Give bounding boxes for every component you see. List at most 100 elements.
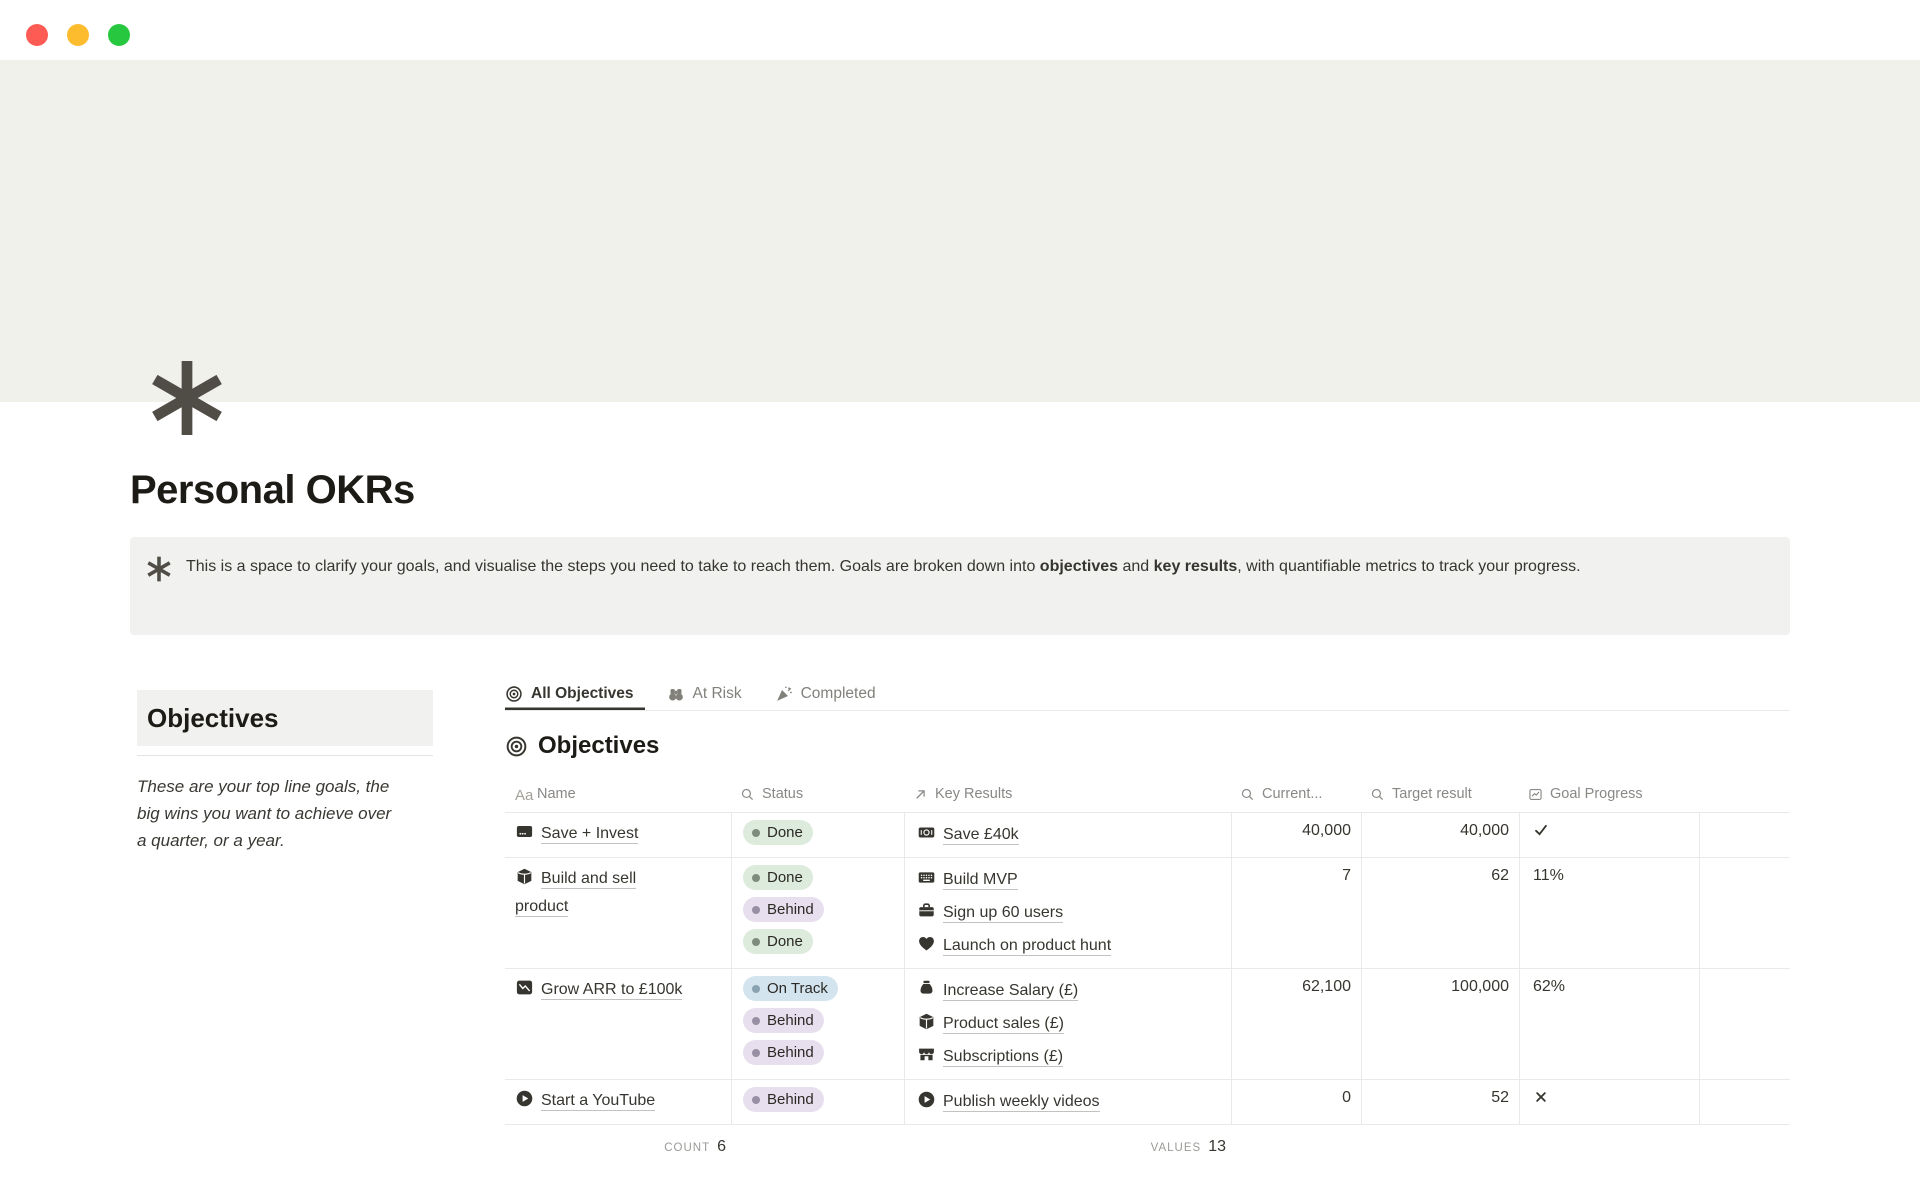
status-cell[interactable]: Done (732, 813, 905, 857)
tab-at-risk[interactable]: At Risk (667, 677, 753, 710)
divider (137, 755, 433, 756)
column-header-label: Target result (1392, 786, 1472, 802)
table-row: Build and sell productDoneBehindDoneBuil… (505, 858, 1790, 969)
status-pill: Done (743, 929, 813, 954)
key-result-page-link[interactable]: Subscriptions (£) (917, 1048, 1063, 1065)
goal-progress-value: 62% (1533, 978, 1565, 995)
key-result-line: Sign up 60 users (917, 898, 1223, 928)
chart-icon (1528, 787, 1543, 802)
status-pill: Behind (743, 1087, 824, 1112)
objective-page-link[interactable]: Save + Invest (515, 820, 638, 848)
key-result-page-link[interactable]: Save £40k (917, 826, 1019, 843)
status-dot (752, 874, 760, 882)
tab-all-objectives[interactable]: All Objectives (505, 677, 645, 710)
zoom-window-button[interactable] (108, 24, 130, 46)
column-header-name[interactable]: AaName (505, 776, 732, 812)
page-cover[interactable] (0, 60, 1920, 402)
empty-cell (1700, 1080, 1790, 1124)
asterisk-icon (146, 556, 172, 582)
goal-progress-value: 11% (1533, 867, 1564, 884)
count-calculation[interactable]: COUNT 6 (505, 1138, 732, 1156)
empty-cell (1700, 969, 1790, 1079)
goal-progress-cell[interactable]: 11% (1520, 858, 1700, 968)
status-label: Done (767, 824, 803, 841)
banknote-icon (917, 823, 936, 842)
target-result-cell[interactable]: 52 (1362, 1080, 1520, 1124)
current-result-cell[interactable]: 40,000 (1232, 813, 1362, 857)
key-result-line: Subscriptions (£) (917, 1042, 1223, 1072)
column-header-label: Current... (1262, 786, 1322, 802)
column-header-status[interactable]: Status (732, 776, 905, 812)
status-dot (752, 985, 760, 993)
key-result-name: Launch on product hunt (943, 937, 1111, 956)
key-result-page-link[interactable]: Sign up 60 users (917, 904, 1063, 921)
tab-completed[interactable]: Completed (775, 677, 887, 710)
status-pill: Behind (743, 1008, 824, 1033)
name-cell[interactable]: Build and sell product (505, 858, 732, 968)
close-window-button[interactable] (26, 24, 48, 46)
name-cell[interactable]: Grow ARR to £100k (505, 969, 732, 1079)
package-icon (917, 1012, 936, 1031)
page-asterisk-icon[interactable] (148, 358, 226, 438)
column-header-row: AaNameStatusKey Results Current... Target … (505, 776, 1790, 812)
party-popper-icon (775, 685, 793, 703)
goal-progress-cell[interactable] (1520, 1080, 1700, 1124)
tab-label: At Risk (693, 685, 742, 703)
status-cell[interactable]: Behind (732, 1080, 905, 1124)
minimize-window-button[interactable] (67, 24, 89, 46)
count-value: 6 (717, 1138, 726, 1156)
callout-block: This is a space to clarify your goals, a… (130, 537, 1790, 635)
key-result-page-link[interactable]: Publish weekly videos (917, 1093, 1100, 1110)
objective-page-link[interactable]: Start a YouTube (515, 1087, 655, 1115)
page-title[interactable]: Personal OKRs (130, 468, 415, 513)
key-result-page-link[interactable]: Product sales (£) (917, 1015, 1064, 1032)
name-cell[interactable]: Start a YouTube (505, 1080, 732, 1124)
column-header-goal-progress[interactable]: Goal Progress (1520, 776, 1700, 812)
status-label: Behind (767, 1044, 814, 1061)
status-pill: Done (743, 865, 813, 890)
key-results-cell[interactable]: Publish weekly videos (905, 1080, 1232, 1124)
objective-name: Grow ARR to £100k (541, 981, 682, 1000)
target-result-cell[interactable]: 40,000 (1362, 813, 1520, 857)
status-dot (752, 938, 760, 946)
x-icon (1533, 1089, 1549, 1105)
status-label: Behind (767, 1091, 814, 1108)
target-result-cell[interactable]: 100,000 (1362, 969, 1520, 1079)
target-icon (505, 735, 528, 758)
status-cell[interactable]: DoneBehindDone (732, 858, 905, 968)
column-header-current-[interactable]: Current... (1232, 776, 1362, 812)
key-result-page-link[interactable]: Build MVP (917, 871, 1018, 888)
current-result-cell[interactable]: 0 (1232, 1080, 1362, 1124)
column-header-target-result[interactable]: Target result (1362, 776, 1520, 812)
money-bag-icon (917, 979, 936, 998)
chart-down-icon (515, 978, 534, 997)
key-results-cell[interactable]: Increase Salary (£) Product sales (£) Subs… (905, 969, 1232, 1079)
key-result-page-link[interactable]: Launch on product hunt (917, 937, 1111, 954)
key-result-line: Increase Salary (£) (917, 976, 1223, 1006)
objective-name: Save + Invest (541, 825, 638, 844)
objective-page-link[interactable]: Build and sell product (515, 865, 691, 921)
objectives-database: All ObjectivesAt RiskCompleted Objective… (505, 677, 1790, 1156)
key-result-line: Publish weekly videos (917, 1087, 1223, 1117)
key-results-cell[interactable]: Save £40k (905, 813, 1232, 857)
tab-label: Completed (801, 685, 876, 703)
key-result-page-link[interactable]: Increase Salary (£) (917, 982, 1078, 999)
status-dot (752, 829, 760, 837)
target-result-cell[interactable]: 62 (1362, 858, 1520, 968)
current-result-cell[interactable]: 7 (1232, 858, 1362, 968)
goal-progress-cell[interactable] (1520, 813, 1700, 857)
objective-page-link[interactable]: Grow ARR to £100k (515, 976, 682, 1004)
status-cell[interactable]: On TrackBehindBehind (732, 969, 905, 1079)
key-results-cell[interactable]: Build MVP Sign up 60 users Launch on produ… (905, 858, 1232, 968)
status-label: Done (767, 933, 803, 950)
column-header-key-results[interactable]: Key Results (905, 776, 1232, 812)
window-titlebar (0, 0, 1920, 60)
name-cell[interactable]: Save + Invest (505, 813, 732, 857)
status-pill: Behind (743, 1040, 824, 1065)
values-calculation[interactable]: VALUES 13 (905, 1138, 1232, 1156)
current-result-cell[interactable]: 62,100 (1232, 969, 1362, 1079)
goal-progress-cell[interactable]: 62% (1520, 969, 1700, 1079)
key-result-name: Increase Salary (£) (943, 982, 1078, 1001)
play-button-icon (917, 1090, 936, 1109)
values-label: VALUES (1151, 1142, 1202, 1154)
